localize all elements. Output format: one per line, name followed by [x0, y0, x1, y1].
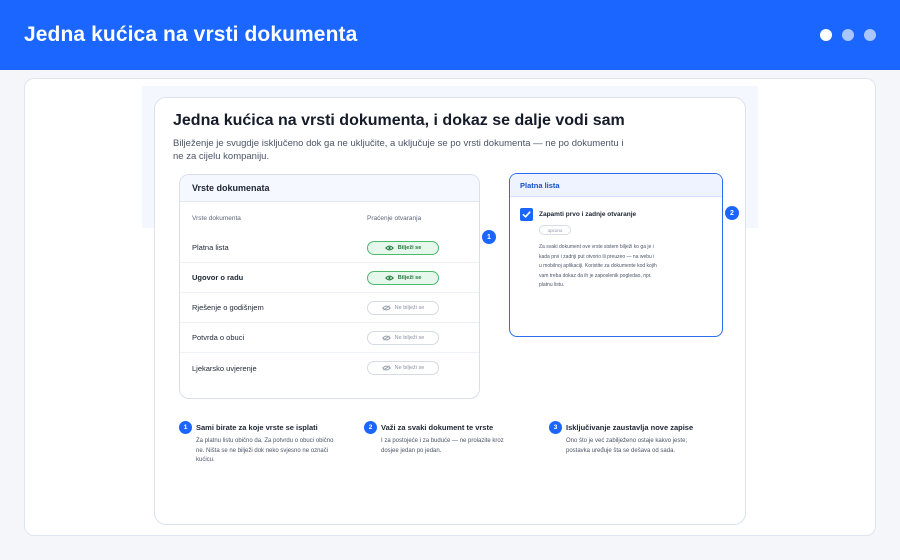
- note-badge: 1: [179, 421, 192, 434]
- type-row[interactable]: Ugovor o radu Bilježi se: [180, 263, 479, 293]
- dot-3[interactable]: [864, 29, 876, 41]
- type-name: Ugovor o radu: [192, 273, 244, 282]
- step-badge-2: 2: [725, 206, 739, 220]
- tracking-toggle[interactable]: Ne bilježi se: [367, 361, 439, 375]
- eye-off-icon: [381, 365, 391, 371]
- column-headers: Vrste dokumenta Praćenje otvaranja: [180, 202, 479, 233]
- column-header-type: Vrste dokumenta: [192, 215, 241, 222]
- toggle-label: Ne bilježi se: [394, 304, 425, 311]
- eye-off-icon: [381, 334, 391, 341]
- tracking-toggle[interactable]: Bilježi se: [367, 240, 439, 255]
- checkmark-icon: [522, 211, 531, 218]
- page-subtitle: Bilježenje je svugdje isključeno dok ga …: [173, 138, 624, 162]
- type-name: Platna lista: [192, 243, 229, 252]
- note-title: Isključivanje zaustavlja nove zapise: [566, 423, 694, 432]
- type-row[interactable]: Ljekarsko uvjerenje Ne bilježi se: [180, 353, 479, 383]
- note-title: Sami birate za koje vrste se isplati: [196, 423, 318, 432]
- type-name: Rješenje o godišnjem: [192, 303, 264, 312]
- toggle-label: Ne bilježi se: [394, 334, 425, 341]
- optional-pill: opcono: [539, 225, 571, 235]
- note-text: Ono što je već zabilježeno ostaje kakvo …: [566, 438, 688, 454]
- remember-checkbox-label: Zapamti prvo i zadnje otvaranje: [539, 211, 637, 218]
- eye-off-icon: [381, 304, 391, 311]
- dot-2[interactable]: [842, 29, 854, 41]
- content-page: Jedna kućica na vrsti dokumenta, i dokaz…: [154, 97, 746, 525]
- dot-1[interactable]: [820, 29, 832, 41]
- note-text: I za postojeće i za buduće — ne prolazit…: [381, 438, 504, 454]
- toggle-label: Bilježi se: [397, 274, 422, 281]
- type-row[interactable]: Rješenje o godišnjem Ne bilježi se: [180, 293, 479, 323]
- note-badge: 3: [549, 421, 562, 434]
- types-card-title: Vrste dokumenata: [180, 175, 479, 202]
- type-name: Ljekarsko uvjerenje: [192, 363, 257, 373]
- type-row[interactable]: Platna lista Bilježi se: [180, 233, 479, 263]
- document-types-card: Vrste dokumenata Vrste dokumenta Praćenj…: [179, 174, 480, 399]
- banner-title: Jedna kućica na vrsti dokumenta: [24, 23, 358, 46]
- top-banner: Jedna kućica na vrsti dokumenta: [0, 0, 900, 70]
- pagination-dots: [820, 29, 876, 41]
- page-title: Jedna kućica na vrsti dokumenta, i dokaz…: [173, 112, 625, 129]
- tracking-toggle[interactable]: Ne bilježi se: [367, 300, 439, 315]
- note-text: Za platnu listu obično da. Za potvrdu o …: [196, 438, 334, 464]
- column-header-tracking: Praćenje otvaranja: [367, 215, 422, 222]
- type-name: Potvrda o obuci: [192, 333, 245, 342]
- toggle-label: Ne bilježi se: [394, 365, 425, 371]
- eye-icon: [384, 245, 394, 250]
- eye-icon: [384, 275, 394, 280]
- tracking-toggle[interactable]: Bilježi se: [367, 270, 439, 285]
- remember-checkbox[interactable]: [520, 208, 533, 221]
- tracking-toggle[interactable]: Ne bilježi se: [367, 330, 439, 345]
- remember-option[interactable]: Zapamti prvo i zadnje otvaranje: [510, 197, 722, 221]
- detail-card: Platna lista Zapamti prvo i zadnje otvar…: [509, 173, 723, 337]
- note-title: Važi za svaki dokument te vrste: [381, 423, 494, 432]
- detail-card-title: Platna lista: [510, 174, 722, 197]
- toggle-label: Bilježi se: [397, 244, 422, 251]
- detail-description: Za svaki dokument ove vrste sistem bilje…: [539, 244, 657, 289]
- note-badge: 2: [364, 421, 377, 434]
- type-row[interactable]: Potvrda o obuci Ne bilježi se: [180, 323, 479, 353]
- step-badge-1: 1: [482, 230, 496, 244]
